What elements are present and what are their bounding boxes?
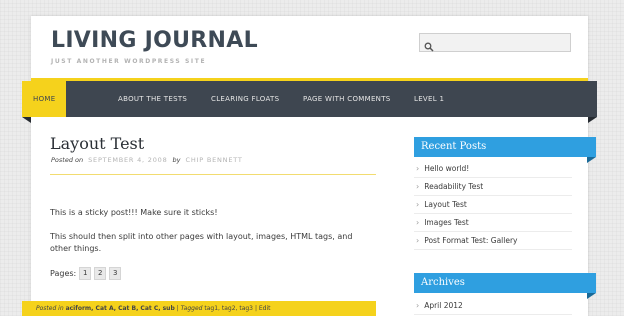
post-date[interactable]: SEPTEMBER 4, 2008 [88,156,167,164]
recent-post-item[interactable]: Hello world! [414,160,572,178]
page-container: LIVING JOURNAL JUST ANOTHER WORDPRESS SI… [22,16,597,316]
nav-fold-left [22,117,31,123]
nav-item-clearing-floats[interactable]: CLEARING FLOATS [211,81,279,117]
recent-post-item[interactable]: Post Format Test: Gallery [414,232,572,250]
pages-label: Pages: [50,269,77,278]
post-title[interactable]: Layout Test [50,134,144,153]
search-input[interactable] [440,36,566,49]
post-footer: Posted in aciform, Cat A, Cat B, Cat C, … [22,301,376,316]
widget-fold [587,157,596,163]
site-description: JUST ANOTHER WORDPRESS SITE [51,58,207,65]
main-nav: HOME ABOUT THE TESTS CLEARING FLOATS PAG… [22,81,597,123]
posted-in-label: Posted in [36,305,64,312]
nav-item-page-with-comments[interactable]: PAGE WITH COMMENTS [303,81,391,117]
widget-fold [587,293,596,299]
site-title[interactable]: LIVING JOURNAL [51,28,258,53]
meta-divider [50,174,376,175]
nav-item-level-1[interactable]: LEVEL 1 [414,81,444,117]
recent-posts-widget-title: Recent Posts [414,137,596,163]
page-link-1[interactable]: 1 [79,267,92,280]
archives-title: Archives [421,277,465,288]
post-paragraph: This is a sticky post!!! Make sure it st… [50,208,218,217]
nav-fold-right [588,117,597,123]
nav-item-home[interactable]: HOME [22,81,67,117]
footer-separator: | [254,305,257,312]
recent-post-item[interactable]: Layout Test [414,196,572,214]
post-meta: Posted on SEPTEMBER 4, 2008 by CHIP BENNETT [51,156,248,164]
nav-item-about-the-tests[interactable]: ABOUT THE TESTS [118,81,187,117]
page-link-3[interactable]: 3 [109,267,122,280]
tagged-label: Tagged [180,305,203,312]
archives-widget-title: Archives [414,273,596,299]
page-link-2[interactable]: 2 [94,267,107,280]
post-paragraph: This should then split into other pages … [50,232,353,253]
recent-post-item[interactable]: Readability Test [414,178,572,196]
recent-post-item[interactable]: Images Test [414,214,572,232]
edit-link[interactable]: Edit [259,305,271,312]
posted-on-label: Posted on [51,156,84,164]
recent-posts-title: Recent Posts [421,141,487,152]
post-pagination: Pages: 1 2 3 [50,267,122,280]
search-icon[interactable] [424,37,434,56]
archives-list: April 2012 [414,297,572,315]
archive-item[interactable]: April 2012 [414,297,572,315]
post-categories[interactable]: aciform, Cat A, Cat B, Cat C, sub [66,305,175,312]
post-tags[interactable]: tag1, tag2, tag3 [204,305,253,312]
footer-separator: | [176,305,179,312]
post-author[interactable]: CHIP BENNETT [186,156,243,164]
search-box[interactable] [419,33,571,52]
recent-posts-list: Hello world! Readability Test Layout Tes… [414,160,572,250]
by-label: by [172,156,181,164]
